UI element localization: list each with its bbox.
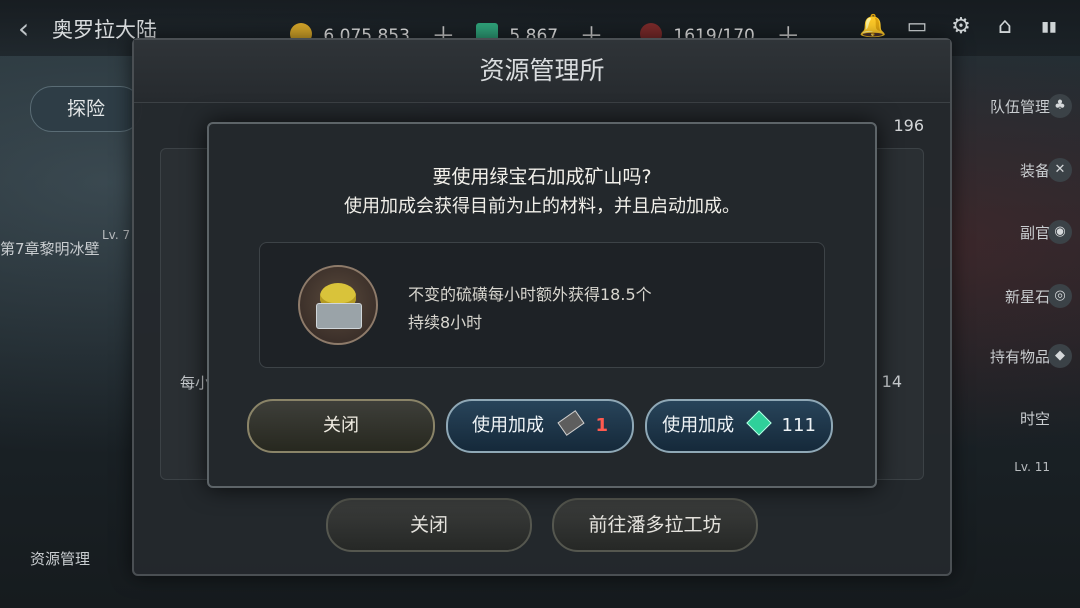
boost-label: 使用加成 <box>662 415 735 436</box>
goto-pandora-workshop-button[interactable]: 前往潘多拉工坊 <box>552 498 758 552</box>
sidebar-item-inventory[interactable]: 持有物品 <box>990 346 1050 367</box>
panel-hourly-label: 每小 <box>180 374 211 392</box>
resource-management-shortcut[interactable]: 资源管理 <box>30 548 90 569</box>
panel-stat-value: 196 <box>893 116 924 135</box>
sidebar-item-equipment[interactable]: 装备 <box>1020 160 1050 181</box>
resource-management-label: 资源管理 <box>30 550 91 568</box>
dialog-close-button[interactable]: 关闭 <box>247 399 435 453</box>
inventory-bag-icon: ◆ <box>1048 344 1072 368</box>
chapter-label: 第7章黎明冰壁 <box>0 240 100 258</box>
sidebar-item-nova-stone[interactable]: 新星石 <box>1005 286 1050 307</box>
adjutant-helmet-icon: ◉ <box>1048 220 1072 244</box>
settings-gear-icon[interactable]: ⚙ <box>946 12 976 42</box>
signal-battery-icon: ▮▮ <box>1041 19 1057 35</box>
mine-cart-icon <box>316 303 362 329</box>
nova-stone-icon: ◎ <box>1048 284 1072 308</box>
dialog-close-label: 关闭 <box>323 415 359 436</box>
sulfur-mine-icon <box>298 265 378 345</box>
dialog-subtitle: 使用加成会获得目前为止的材料，并且启动加成。 <box>344 196 740 217</box>
emerald-icon <box>746 410 772 436</box>
boost-duration-text: 持续8小时 <box>408 313 483 332</box>
boost-with-emerald-button[interactable]: 使用加成 111 <box>645 399 833 453</box>
boost-label: 使用加成 <box>472 415 544 436</box>
equipment-icon: ✕ <box>1048 158 1072 182</box>
right-sidebar: 队伍管理 ♣ 装备 ✕ 副官 ◉ 新星石 ◎ 持有物品 ◆ 时空 <box>940 80 1080 500</box>
back-icon[interactable]: ‹ <box>18 12 29 45</box>
ticket-icon <box>557 410 585 436</box>
panel-title: 资源管理所 <box>134 40 950 103</box>
team-icon: ♣ <box>1048 94 1072 118</box>
boost-confirm-dialog: 要使用绿宝石加成矿山吗? 使用加成会获得目前为止的材料，并且启动加成。 不变的硫… <box>207 122 877 488</box>
sidebar-item-team[interactable]: 队伍管理 <box>990 96 1050 117</box>
stage-level: Lv. 7 <box>102 228 131 242</box>
emerald-count: 111 <box>781 415 816 436</box>
panel-close-button[interactable]: 关闭 <box>326 498 532 552</box>
explore-button[interactable]: 探险 <box>30 86 142 132</box>
sidebar-item-spacetime[interactable]: 时空 <box>1020 408 1050 429</box>
ticket-count: 1 <box>595 415 608 436</box>
home-icon[interactable]: ⌂ <box>990 12 1020 42</box>
boost-effect-text: 不变的硫磺每小时额外获得18.5个 <box>408 285 652 304</box>
panel-right-value: 14 <box>881 372 902 391</box>
boost-info-box: 不变的硫磺每小时额外获得18.5个 持续8小时 <box>259 242 825 368</box>
sidebar-item-adjutant[interactable]: 副官 <box>1020 222 1050 243</box>
mine-level: Lv. 11 <box>1014 460 1050 474</box>
dialog-question: 要使用绿宝石加成矿山吗? <box>432 166 652 188</box>
boost-with-ticket-button[interactable]: 使用加成 1 <box>446 399 634 453</box>
